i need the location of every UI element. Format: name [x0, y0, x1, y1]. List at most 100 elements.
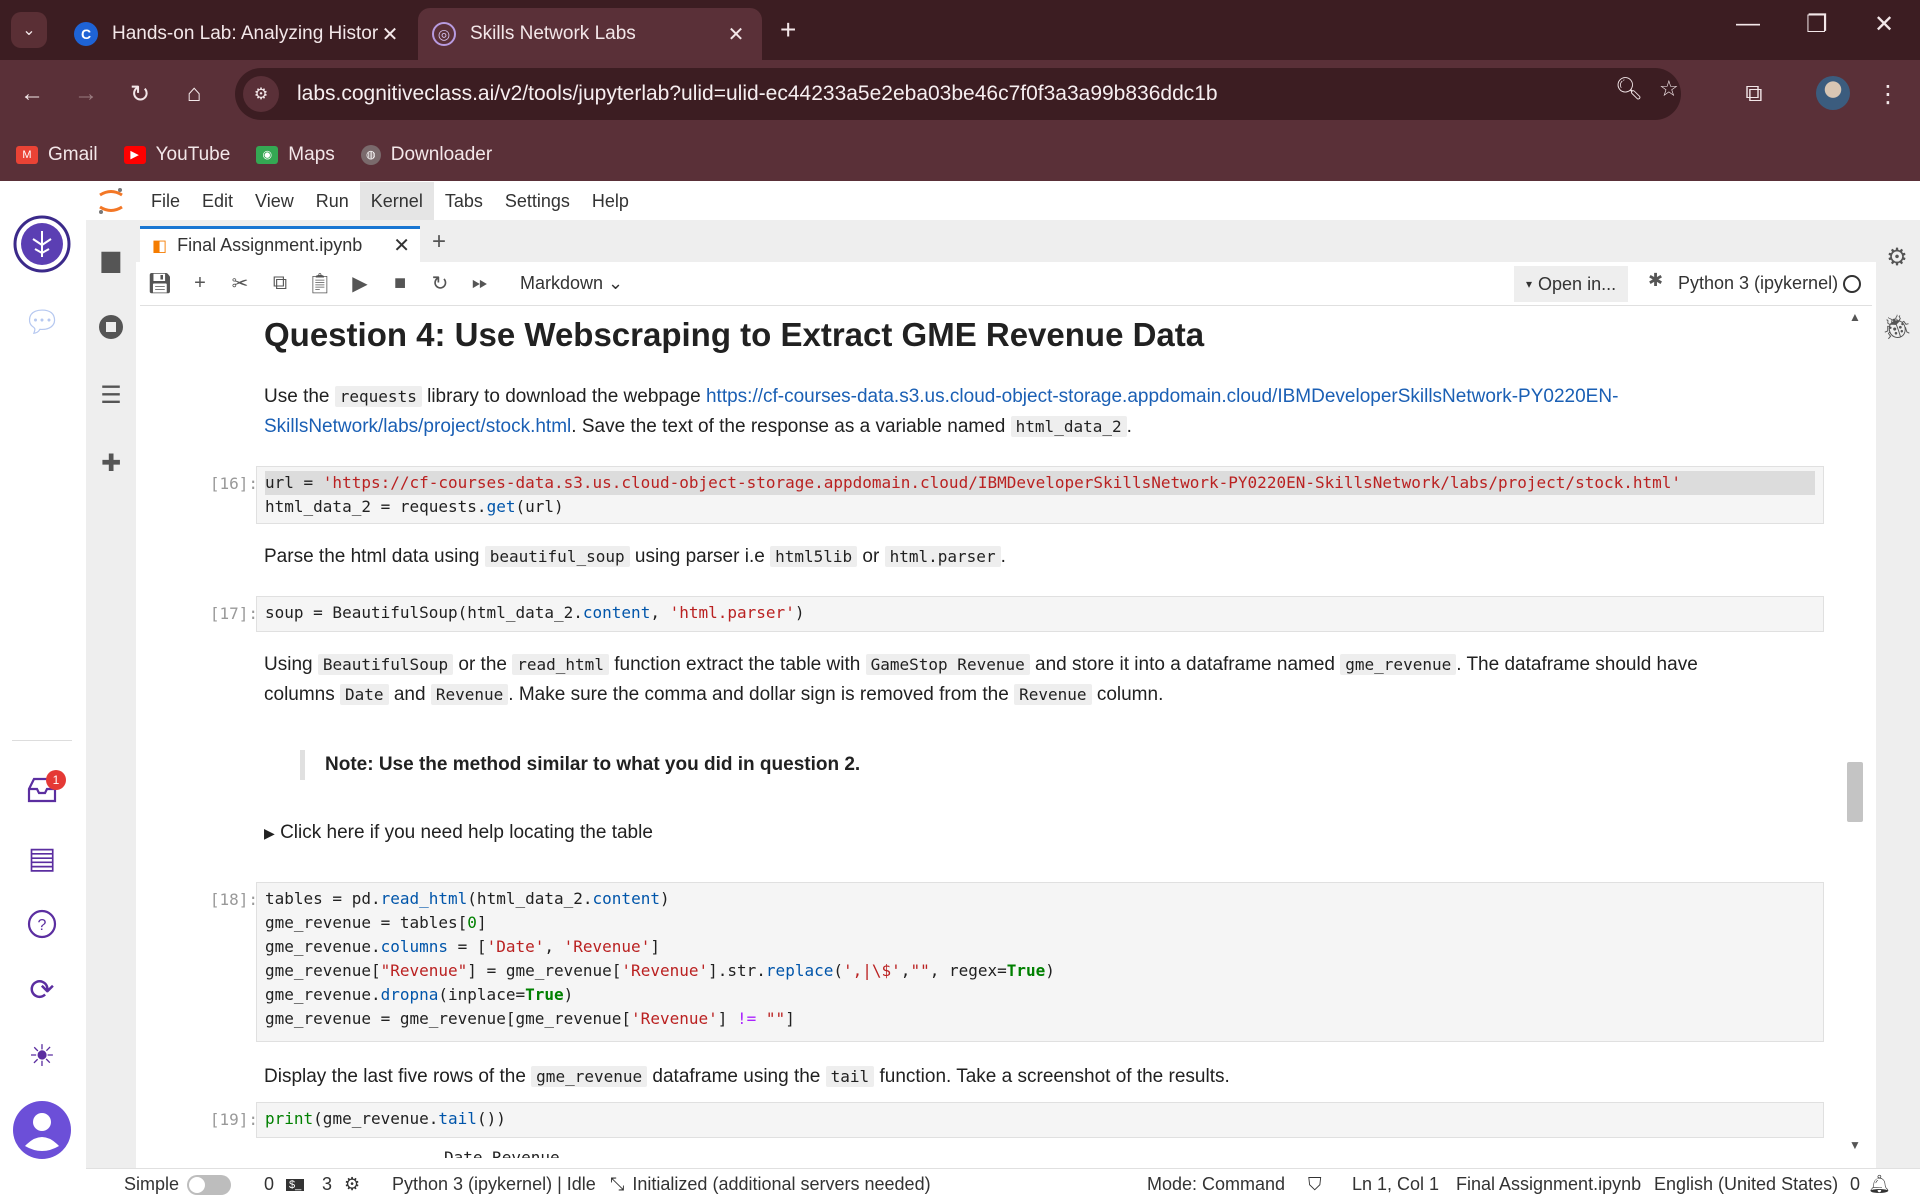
code-cell[interactable]: url = 'https://cf-courses-data.s3.us.clo… — [256, 466, 1824, 524]
url-text[interactable]: labs.cognitiveclass.ai/v2/tools/jupyterl… — [297, 82, 1218, 106]
shield-icon[interactable]: ⛉ — [1308, 1174, 1322, 1195]
chat-bot-icon[interactable]: 💬︎ — [12, 292, 72, 352]
scroll-up-icon[interactable]: ▲ — [1849, 310, 1861, 324]
cell-type-select[interactable]: Markdown ⌄ — [520, 273, 623, 294]
bookmarks-bar: M Gmail ▶ YouTube ◉ Maps ◍ Downloader — [0, 128, 1920, 181]
tab-search-icon[interactable]: ⌄ — [11, 12, 47, 48]
minimize-icon[interactable]: — — [1736, 10, 1760, 38]
back-icon[interactable]: ← — [14, 76, 50, 112]
text: dataframe using the — [652, 1066, 821, 1087]
inbox-icon[interactable]: 1 — [12, 760, 72, 820]
close-icon[interactable]: ✕ — [393, 233, 410, 258]
open-in-button[interactable]: ▾ Open in... — [1514, 266, 1629, 302]
save-icon[interactable]: 💾︎ — [140, 266, 180, 302]
code-token: = [ — [448, 937, 487, 956]
new-tab-icon[interactable]: + — [780, 14, 796, 46]
lsp-icon: ⤡ — [610, 1174, 625, 1194]
fast-forward-icon[interactable]: ⏩︎ — [460, 266, 500, 302]
close-tab-icon[interactable]: ✕ — [378, 22, 402, 47]
bookmark-gmail[interactable]: M Gmail — [16, 144, 98, 166]
kernel-count[interactable]: 3 ⚙ — [322, 1174, 360, 1195]
menu-settings[interactable]: Settings — [494, 182, 581, 220]
insert-cell-icon[interactable]: + — [180, 266, 220, 302]
text: and store it into a dataframe named — [1035, 654, 1335, 675]
help-details-toggle[interactable]: ▶ Click here if you need help locating t… — [264, 822, 653, 844]
cut-icon[interactable]: ✂ — [220, 266, 260, 302]
bookmark-downloader[interactable]: ◍ Downloader — [360, 144, 492, 166]
stop-icon[interactable]: ■ — [380, 266, 420, 302]
markdown-cell[interactable]: Parse the html data using beautiful_soup… — [264, 542, 1744, 572]
menu-edit[interactable]: Edit — [191, 182, 244, 220]
restore-icon[interactable]: ❐ — [1806, 10, 1828, 39]
debugger-icon[interactable]: 🐞︎ — [1882, 312, 1912, 342]
theme-icon[interactable]: ☀ — [12, 1026, 72, 1086]
notes-icon[interactable]: ▤ — [12, 828, 72, 888]
markdown-cell[interactable]: Use the requests library to download the… — [264, 382, 1744, 442]
table-of-contents-icon[interactable]: ☰ — [96, 380, 126, 410]
notifications[interactable]: 0 🔔︎ — [1850, 1174, 1891, 1195]
paste-icon[interactable]: 📋︎ — [300, 266, 340, 302]
lsp-status[interactable]: ⤡ Initialized (additional servers needed… — [610, 1174, 931, 1195]
code-string: "Revenue" — [380, 961, 468, 980]
language-indicator[interactable]: English (United States) — [1654, 1174, 1838, 1195]
tab-final-assignment[interactable]: ◧ Final Assignment.ipynb ✕ — [140, 226, 420, 262]
browser-tab-lab[interactable]: C Hands-on Lab: Analyzing Histor ✕ — [60, 8, 416, 60]
more-menu-icon[interactable]: ⋮ — [1870, 76, 1906, 112]
extensions-puzzle-icon[interactable]: ✚ — [96, 448, 126, 478]
toggle-switch[interactable] — [187, 1174, 232, 1195]
property-inspector-icon[interactable]: ⚙ — [1882, 242, 1912, 272]
home-icon[interactable]: ⌂ — [176, 76, 212, 112]
run-icon[interactable]: ▶ — [340, 266, 380, 302]
kernel-status[interactable]: Python 3 (ipykernel) | Idle — [392, 1174, 596, 1195]
markdown-cell[interactable]: Using BeautifulSoup or the read_html fun… — [264, 650, 1744, 710]
zoom-icon[interactable]: 🔍︎ — [1615, 76, 1643, 102]
code-cell[interactable]: soup = BeautifulSoup(html_data_2.content… — [256, 596, 1824, 632]
user-profile-icon[interactable] — [12, 1100, 72, 1160]
simple-mode-label: Simple — [124, 1174, 180, 1194]
code-token: , — [650, 603, 670, 622]
cell-output: Date Revenue — [304, 1148, 560, 1158]
bug-icon[interactable]: ✱ — [1648, 270, 1663, 291]
kernel-name[interactable]: Python 3 (ipykernel) — [1678, 273, 1838, 294]
kernel-status-icon — [1843, 275, 1861, 293]
profile-avatar[interactable] — [1816, 76, 1850, 110]
extensions-icon[interactable]: ⧉ — [1736, 76, 1772, 112]
scroll-down-icon[interactable]: ▼ — [1849, 1138, 1861, 1152]
terminal-count[interactable]: 0 $_ — [264, 1174, 305, 1195]
menu-tabs[interactable]: Tabs — [434, 182, 494, 220]
help-icon[interactable]: ? — [12, 894, 72, 954]
bookmark-youtube[interactable]: ▶ YouTube — [123, 144, 230, 166]
reload-icon[interactable]: ↻ — [122, 76, 158, 112]
restart-icon[interactable]: ↻ — [420, 266, 460, 302]
forward-icon[interactable]: → — [68, 76, 104, 112]
menu-kernel[interactable]: Kernel — [359, 182, 434, 220]
menu-run[interactable]: Run — [305, 182, 360, 220]
notebook-scrollbar[interactable]: ▲ ▼ — [1844, 306, 1866, 1158]
code-token: html_data_2 = requests. — [265, 497, 487, 516]
cursor-position[interactable]: Ln 1, Col 1 — [1352, 1174, 1439, 1195]
sync-icon[interactable]: ⟳ — [12, 960, 72, 1020]
close-window-icon[interactable]: ✕ — [1874, 10, 1894, 39]
copy-icon[interactable]: ⧉ — [260, 266, 300, 302]
menu-file[interactable]: File — [140, 182, 191, 220]
add-tab-icon[interactable]: + — [432, 228, 446, 256]
folder-icon[interactable]: ▆ — [96, 244, 126, 274]
text: function. Take a screenshot of the resul… — [879, 1066, 1230, 1087]
code-cell[interactable]: print(gme_revenue.tail()) — [256, 1102, 1824, 1138]
notification-badge: 1 — [46, 770, 66, 790]
code-cell[interactable]: tables = pd.read_html(html_data_2.conten… — [256, 882, 1824, 1042]
simple-mode-toggle[interactable]: Simple — [124, 1174, 232, 1195]
markdown-cell[interactable]: Display the last five rows of the gme_re… — [264, 1062, 1744, 1092]
scrollbar-thumb[interactable] — [1847, 762, 1863, 822]
running-kernels-icon[interactable] — [96, 312, 126, 342]
bookmark-star-icon[interactable]: ☆ — [1659, 76, 1679, 102]
menu-view[interactable]: View — [244, 182, 305, 220]
menu-help[interactable]: Help — [581, 182, 640, 220]
browser-tab-skills-network[interactable]: ◎ Skills Network Labs ✕ — [418, 8, 762, 60]
bookmark-maps[interactable]: ◉ Maps — [256, 144, 335, 166]
skills-network-logo-icon[interactable] — [12, 214, 72, 274]
site-info-icon[interactable]: ⚙ — [243, 76, 279, 112]
jupyter-left-sidebar: ▆ ☰ ✚ — [86, 220, 136, 1180]
address-bar[interactable]: ⚙ labs.cognitiveclass.ai/v2/tools/jupyte… — [235, 68, 1681, 120]
close-tab-icon[interactable]: ✕ — [724, 22, 748, 47]
